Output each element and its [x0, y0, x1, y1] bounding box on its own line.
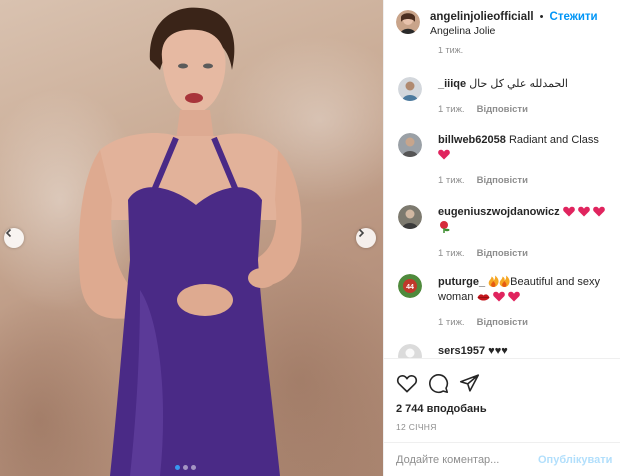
red-heart-icon [438, 149, 450, 160]
likes-count[interactable]: 2 744 вподобань [396, 403, 609, 415]
reply-button[interactable]: Відповісти [477, 248, 528, 259]
lips-icon [477, 294, 490, 301]
photo-illustration [78, 7, 302, 476]
author-username[interactable]: angelinjolieofficiall [430, 11, 534, 23]
chevron-right-icon [358, 228, 365, 238]
heart-icon [507, 291, 520, 302]
post-comment-button[interactable]: Опублікувати [538, 454, 612, 466]
comment-item: sers1957 ♥♥♥ [398, 344, 613, 358]
post-side-panel: angelinjolieofficiall • Стежити Angelina… [383, 0, 620, 476]
next-photo-button[interactable] [356, 228, 376, 248]
commenter-username[interactable]: eugeniuszwojdanowicz [438, 206, 560, 218]
comment-text: الحمدلله علي كل حال [469, 78, 568, 90]
comment-text: Radiant and Class [508, 134, 599, 146]
commenter-avatar[interactable] [398, 205, 422, 229]
comment-time[interactable]: 1 тиж. [438, 104, 465, 115]
reply-button[interactable]: Відповісти [477, 104, 528, 115]
comment-item: _iiiqe الحمدلله علي كل حال 1 тиж. Відпові… [398, 77, 613, 117]
commenter-username[interactable]: billweb62058 [438, 134, 506, 146]
comment-time[interactable]: 1 тиж. [438, 175, 465, 186]
carousel-dot [175, 465, 180, 470]
commenter-avatar[interactable]: 44 [398, 274, 422, 298]
comment-bubble-icon[interactable] [428, 373, 449, 394]
post-photo[interactable] [0, 0, 383, 476]
carousel-dot [191, 465, 196, 470]
commenter-username[interactable]: _iiiqe [438, 78, 466, 90]
commenter-avatar[interactable] [398, 133, 422, 157]
like-heart-icon[interactable] [396, 373, 418, 393]
red-heart-icon [577, 206, 590, 217]
commenter-avatar[interactable] [398, 344, 422, 358]
reply-button[interactable]: Відповісти [477, 175, 528, 186]
commenter-username[interactable]: puturge_ [438, 276, 485, 288]
author-subtitle: Angelina Jolie [430, 25, 496, 37]
chevron-left-icon [5, 228, 12, 238]
svg-text:44: 44 [406, 284, 414, 291]
fire-icon [488, 275, 499, 287]
post-date[interactable]: 12 СІЧНЯ [396, 422, 609, 432]
previous-photo-button[interactable] [4, 228, 24, 248]
commenter-avatar[interactable] [398, 77, 422, 101]
comment-item: 44 puturge_ Beautiful and sexy woman 1 т… [398, 274, 613, 330]
comment-time: 1 тиж. [438, 47, 464, 55]
post-header: angelinjolieofficiall • Стежити Angelina… [384, 0, 620, 43]
author-avatar[interactable] [396, 10, 420, 34]
add-comment-bar: Опублікувати [384, 442, 620, 476]
carousel-dot [183, 465, 188, 470]
post-actions: 2 744 вподобань 12 СІЧНЯ [384, 358, 620, 432]
share-send-icon[interactable] [459, 373, 480, 393]
comment-time[interactable]: 1 тиж. [438, 248, 465, 259]
heart-icon [492, 291, 505, 302]
commenter-username[interactable]: sers1957 [438, 345, 485, 357]
comment-input[interactable] [396, 453, 538, 466]
reply-button[interactable]: Відповісти [477, 317, 528, 328]
fire-icon [499, 275, 510, 287]
red-heart-icon [592, 206, 605, 217]
comment-time[interactable]: 1 тиж. [438, 317, 465, 328]
rose-icon [440, 221, 450, 233]
comments-list[interactable]: 1 тиж. _iiiqe الحمدلله علي كل حال 1 тиж.… [384, 43, 620, 358]
carousel-indicator [175, 465, 196, 470]
header-separator: • [539, 11, 544, 23]
comment-item: billweb62058 Radiant and Class 1 тиж. Від… [398, 133, 613, 188]
follow-button[interactable]: Стежити [550, 11, 598, 23]
red-heart-icon [562, 206, 575, 217]
comment-item: eugeniuszwojdanowicz 1 тиж. Відповісти [398, 205, 613, 261]
comment-text: ♥♥♥ [488, 345, 508, 357]
